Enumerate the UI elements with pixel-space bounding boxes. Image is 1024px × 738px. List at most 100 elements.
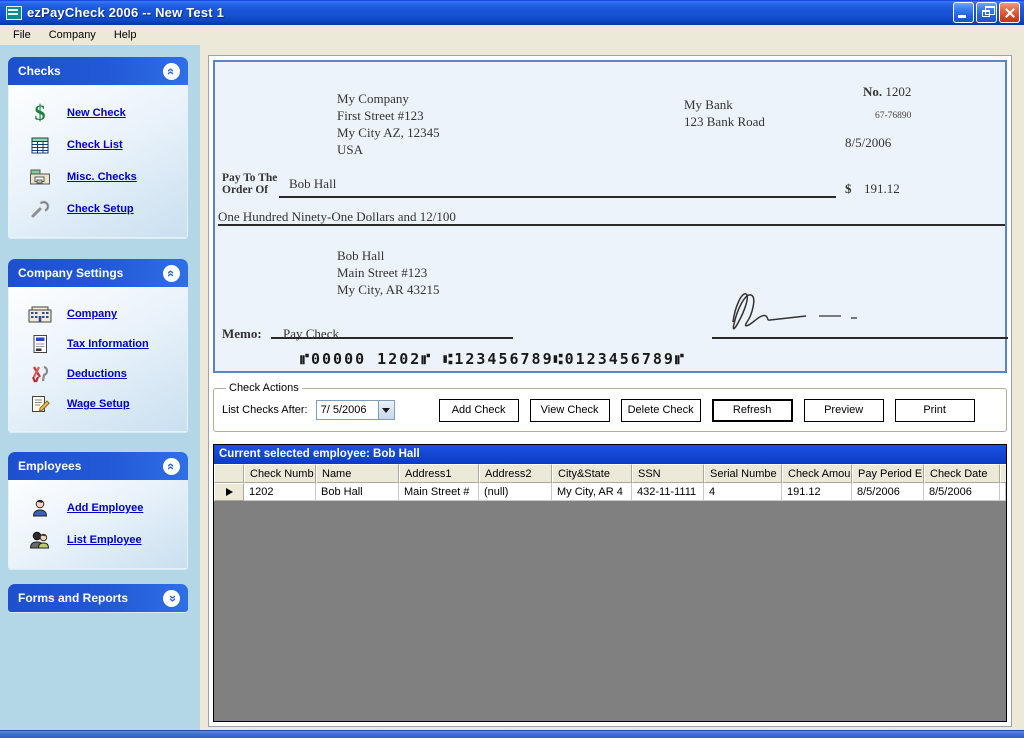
sidebar-item-check-setup[interactable]: Check Setup	[9, 193, 187, 225]
collapse-toggle-button[interactable]	[163, 265, 180, 282]
menu-help[interactable]: Help	[105, 27, 146, 43]
tax-document-icon	[27, 334, 53, 354]
column-header-ssn[interactable]: SSN	[632, 464, 704, 483]
sidebar-item-label: Check Setup	[67, 203, 134, 215]
cell-check-numb: 1202	[244, 483, 316, 501]
dollar-icon: $	[27, 102, 53, 124]
table-row[interactable]: 1202Bob HallMain Street #(null)My City, …	[214, 483, 1006, 501]
check-bank-address: My Bank 123 Bank Road	[684, 96, 765, 130]
sidebar-section-company-settings: Company Settings Company Tax Information De…	[8, 259, 188, 432]
section-header-company-settings[interactable]: Company Settings	[8, 259, 188, 287]
menu-file[interactable]: File	[4, 27, 40, 43]
row-selector-cell	[214, 483, 244, 501]
sidebar-item-label: Deductions	[67, 368, 127, 380]
window-bottom-border	[0, 730, 1024, 738]
main-panel: My Company First Street #123 My City AZ,…	[208, 55, 1012, 727]
restore-icon	[982, 10, 990, 17]
sidebar-item-tax-information[interactable]: Tax Information	[9, 329, 187, 359]
check-actions-label: Check Actions	[226, 382, 302, 394]
sidebar-item-label: Check List	[67, 139, 123, 151]
column-header-filler	[1000, 464, 1007, 483]
memo-text: Pay Check	[271, 316, 513, 339]
cell-filler	[1000, 483, 1006, 501]
chevron-up-icon	[168, 267, 175, 280]
add-check-button[interactable]: Add Check	[439, 399, 519, 422]
date-filter-dropdown[interactable]: 7/ 5/2006	[316, 400, 395, 420]
sidebar-item-label: New Check	[67, 107, 126, 119]
print-button[interactable]: Print	[895, 399, 975, 422]
refresh-button[interactable]: Refresh	[712, 399, 793, 422]
close-icon	[1004, 7, 1016, 19]
cell-ssn: 432-11-1111	[632, 483, 704, 501]
close-button[interactable]	[999, 2, 1020, 23]
cell-address1: Main Street #	[399, 483, 479, 501]
view-check-button[interactable]: View Check	[530, 399, 610, 422]
list-checks-after-label: List Checks After:	[222, 404, 308, 416]
column-header-check-numb[interactable]: Check Numb	[244, 464, 316, 483]
grid-header-row: Check NumbNameAddress1Address2City&State…	[214, 464, 1006, 483]
restore-button[interactable]	[976, 2, 997, 23]
check-list-grid: Current selected employee: Bob Hall Chec…	[213, 444, 1007, 722]
menu-company[interactable]: Company	[40, 27, 105, 43]
sidebar-item-wage-setup[interactable]: Wage Setup	[9, 389, 187, 419]
chevron-down-icon	[382, 408, 390, 413]
cell-city-state: My City, AR 4	[552, 483, 632, 501]
preview-button[interactable]: Preview	[804, 399, 884, 422]
window-title: ezPayCheck 2006 -- New Test 1	[27, 5, 224, 20]
amount-in-words: One Hundred Ninety-One Dollars and 12/10…	[218, 209, 1005, 226]
column-header-address1[interactable]: Address1	[399, 464, 479, 483]
column-header-name[interactable]: Name	[316, 464, 399, 483]
sidebar-section-forms-and-reports: Forms and Reports	[8, 584, 188, 612]
section-header-employees[interactable]: Employees	[8, 452, 188, 480]
section-title: Checks	[18, 64, 61, 78]
sidebar-item-new-check[interactable]: $ New Check	[9, 97, 187, 129]
section-title: Forms and Reports	[18, 591, 128, 605]
dropdown-button[interactable]	[378, 401, 394, 419]
section-header-forms-and-reports[interactable]: Forms and Reports	[8, 584, 188, 612]
chevron-up-icon	[168, 460, 175, 473]
wage-notepad-icon	[27, 394, 53, 414]
payee-address: Bob Hall Main Street #123 My City, AR 43…	[337, 247, 439, 298]
column-header-pay-period-e[interactable]: Pay Period E	[852, 464, 924, 483]
wrench-icon	[27, 199, 53, 219]
delete-check-button[interactable]: Delete Check	[621, 399, 701, 422]
check-list-icon	[27, 136, 53, 155]
collapse-toggle-button[interactable]	[163, 63, 180, 80]
sidebar-item-label: Add Employee	[67, 502, 143, 514]
column-header-address2[interactable]: Address2	[479, 464, 552, 483]
micr-line: ⑈00000 1202⑈ ⑆123456789⑆0123456789⑈	[300, 350, 686, 368]
sidebar-item-list-employee[interactable]: List Employee	[9, 524, 187, 556]
person-icon	[27, 498, 53, 518]
sidebar-item-label: Tax Information	[67, 338, 149, 350]
sidebar-item-company[interactable]: Company	[9, 299, 187, 329]
column-header-check-amoun[interactable]: Check Amoun	[782, 464, 852, 483]
menu-bar: FileCompanyHelp	[0, 25, 1024, 45]
sidebar-item-add-employee[interactable]: Add Employee	[9, 492, 187, 524]
collapse-toggle-button[interactable]	[163, 590, 180, 607]
dollar-sign: $	[845, 181, 852, 197]
sidebar-item-label: List Employee	[67, 534, 142, 546]
check-company-address: My Company First Street #123 My City AZ,…	[337, 90, 440, 158]
deductions-tools-icon	[27, 364, 53, 384]
section-title: Company Settings	[18, 266, 123, 280]
people-icon	[27, 530, 53, 550]
sidebar-item-deductions[interactable]: Deductions	[9, 359, 187, 389]
check-date: 8/5/2006	[845, 135, 891, 151]
cell-serial-numbe: 4	[704, 483, 782, 501]
pay-to-label: Pay To The Order Of	[222, 172, 277, 196]
sidebar-item-label: Company	[67, 308, 117, 320]
memo-label: Memo:	[222, 326, 262, 342]
sidebar-item-check-list[interactable]: Check List	[9, 129, 187, 161]
column-header-check-date[interactable]: Check Date	[924, 464, 1000, 483]
minimize-icon	[958, 15, 966, 18]
sidebar-section-checks: Checks $ New Check Check List Misc. Checks Ch…	[8, 57, 188, 238]
sidebar-item-label: Misc. Checks	[67, 171, 137, 183]
check-fraction-code: 67-76890	[875, 111, 911, 121]
sidebar-item-label: Wage Setup	[67, 398, 130, 410]
minimize-button[interactable]	[953, 2, 974, 23]
column-header-serial-numbe[interactable]: Serial Numbe	[704, 464, 782, 483]
section-header-checks[interactable]: Checks	[8, 57, 188, 85]
column-header-city-state[interactable]: City&State	[552, 464, 632, 483]
sidebar-item-misc-checks[interactable]: Misc. Checks	[9, 161, 187, 193]
collapse-toggle-button[interactable]	[163, 458, 180, 475]
